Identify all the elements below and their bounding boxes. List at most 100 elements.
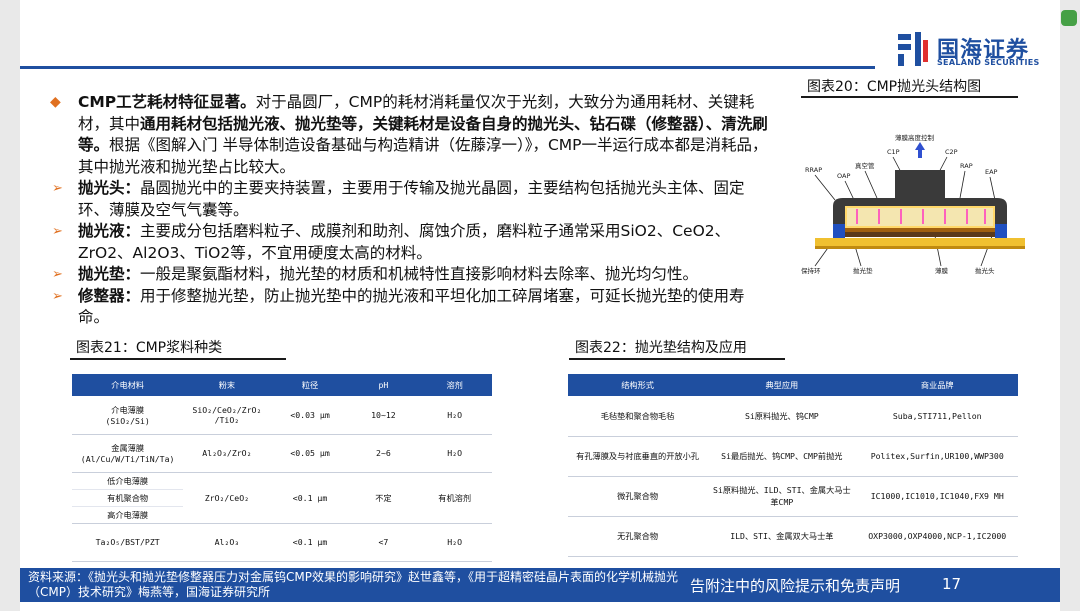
pad-table: 结构形式 典型应用 商业品牌 毛毡垫和聚合物毛毡 Si原料抛光、钨CMP Suba,ST…: [568, 374, 1018, 557]
label-c2p: C2P: [945, 148, 958, 156]
table-row: 微孔聚合物 Si原料抛光、ILD、STI、金属大马士革CMP IC1000,IC10…: [568, 476, 1018, 517]
label-rrap: RRAP: [805, 166, 822, 174]
arrow-bullet-icon: ➢: [52, 288, 63, 304]
table-row: 低介电薄膜 ZrO₂/CeO₂ <0.1 μm 不定 有机溶剂: [72, 472, 492, 524]
table-cell: <0.1 μm: [270, 523, 350, 562]
fig21-rule: [70, 358, 286, 360]
footer-bar: 资料来源：《抛光头和抛光垫修整器压力对金属钨CMP效果的影响研究》赵世鑫等，《用…: [20, 568, 1060, 602]
fig20-rule: [801, 96, 1018, 98]
slurry-table: 介电材料 粉末 粒径 pH 溶剂 介电薄膜 (SiO₂/Si) SiO₂/CeO₂/ZrO…: [72, 374, 492, 562]
label-c1p: C1P: [887, 148, 900, 156]
brand-logo: 国海证券 SEALAND SECURITIES: [895, 30, 1060, 72]
intro-text-2: 根据《图解入门 半导体制造设备基础与构造精讲（佐藤淳一）》，CMP一半运行成本都…: [78, 136, 768, 176]
table-cell: 有机溶剂: [417, 472, 492, 524]
column-header: 溶剂: [417, 374, 492, 396]
column-header: 结构形式: [568, 374, 708, 396]
table-cell: ILD、STI、金属双大马士革: [707, 516, 857, 557]
item-polish-head: ➢ 抛光头：晶圆抛光中的主要夹持装置，主要用于传输及抛光晶圆，主要结构包括抛光头主…: [50, 178, 770, 221]
item-slurry: ➢ 抛光液：主要成分包括磨料粒子、成膜剂和助剂、腐蚀介质，磨料粒子通常采用SiO2…: [50, 221, 770, 264]
table-cell: 金属薄膜 (Al/Cu/W/Ti/TiN/Ta): [72, 434, 184, 473]
table-cell: Si原料抛光、ILD、STI、金属大马士革CMP: [707, 476, 857, 517]
label-film: 薄膜: [935, 266, 949, 275]
item-pad: ➢ 抛光垫：一般是聚氨酯材料，抛光垫的材质和机械特性直接影响材料去除率、抛光均匀性…: [50, 264, 770, 286]
slide: 国海证券 SEALAND SECURITIES ◆ CMP工艺耗材特征显著。对于…: [20, 0, 1060, 611]
intro-paragraph: ◆ CMP工艺耗材特征显著。对于晶圆厂，CMP的耗材消耗量仅次于光刻，大致分为通…: [50, 92, 770, 178]
table-cell: 毛毡垫和聚合物毛毡: [568, 396, 708, 437]
item-text: 用于修整抛光垫，防止抛光垫中的抛光液和平坦化加工碎屑堵塞，可延长抛光垫的使用寿命…: [78, 286, 745, 327]
column-header: 粒径: [270, 374, 350, 396]
fig22-title: 图表22：抛光垫结构及应用: [575, 340, 747, 356]
table-cell: Si原料抛光、钨CMP: [707, 396, 857, 437]
diamond-bullet-icon: ◆: [50, 94, 61, 110]
table-cell: OXP3000,OXP4000,NCP-1,IC2000: [856, 516, 1018, 557]
item-text: 主要成分包括磨料粒子、成膜剂和助剂、腐蚀介质，磨料粒子通常采用SiO2、CeO2…: [78, 222, 731, 262]
table-cell: Suba,STI711,Pellon: [856, 396, 1018, 437]
label-pad: 抛光垫: [853, 266, 873, 275]
table-cell: H₂O: [417, 523, 492, 562]
app-icon[interactable]: [1061, 10, 1077, 26]
label-oap: OAP: [837, 172, 850, 180]
table-cell: SiO₂/CeO₂/ZrO₂ /TiO₂: [183, 396, 271, 435]
table-row: 有孔薄膜及与衬底垂直的开放小孔 Si最后抛光、钨CMP、CMP前抛光 Politex…: [568, 436, 1018, 477]
table-cell: Politex,Surfin,UR100,WWP300: [856, 436, 1018, 477]
table-cell: 微孔聚合物: [568, 476, 708, 517]
column-header: 粉末: [183, 374, 271, 396]
fig21-title: 图表21：CMP浆料种类: [76, 340, 223, 356]
table-row: 金属薄膜 (Al/Cu/W/Ti/TiN/Ta) Al₂O₃/ZrO₂ <0.05 …: [72, 434, 492, 473]
polish-head-diagram: 薄膜高度控制 C1P C2P 真空管 RAP RRAP OAP EAP 保持环 …: [801, 133, 1025, 275]
table-cell: IC1000,IC1010,IC1040,FX9 MH: [856, 476, 1018, 517]
table-cell: 2~6: [349, 434, 418, 473]
label-rap: RAP: [960, 162, 973, 170]
brand-name-en: SEALAND SECURITIES: [937, 58, 1040, 67]
table-header-row: 介电材料 粉末 粒径 pH 溶剂: [72, 374, 492, 396]
column-header: 商业品牌: [856, 374, 1018, 396]
table-cell: <0.1 μm: [270, 472, 350, 524]
table-cell: Al₂O₃: [183, 523, 271, 562]
table-cell: 高介电薄膜: [72, 506, 184, 524]
page-number: 17: [942, 575, 962, 593]
column-header: 介电材料: [72, 374, 184, 396]
item-term: 抛光液：: [78, 222, 141, 240]
table-row: 介电薄膜 (SiO₂/Si) SiO₂/CeO₂/ZrO₂ /TiO₂ <0.03 …: [72, 396, 492, 435]
arrow-bullet-icon: ➢: [52, 267, 63, 282]
table-row: Ta₂O₅/BST/PZT Al₂O₃ <0.1 μm <7 H₂O: [72, 523, 492, 562]
item-text: 晶圆抛光中的主要夹持装置，主要用于传输及抛光晶圆，主要结构包括抛光头主体、固定环…: [78, 179, 745, 219]
footer-disclaimer: 告附注中的风险提示和免责声明: [690, 577, 901, 595]
fig20-title: 图表20：CMP抛光头结构图: [807, 79, 982, 95]
table-cell: 介电薄膜 (SiO₂/Si): [72, 396, 184, 435]
label-head: 抛光头: [975, 266, 995, 275]
table-cell: H₂O: [417, 396, 492, 435]
table-cell: Ta₂O₅/BST/PZT: [72, 523, 184, 562]
table-row: 无孔聚合物 ILD、STI、金属双大马士革 OXP3000,OXP4000,NCP-…: [568, 516, 1018, 557]
table-cell: 无孔聚合物: [568, 516, 708, 557]
header-rule: [20, 66, 875, 69]
table-cell: <0.05 μm: [270, 434, 350, 473]
item-term: 修整器：: [78, 286, 141, 305]
table-cell: <7: [349, 523, 418, 562]
table-cell: ZrO₂/CeO₂: [183, 472, 271, 524]
table-cell: 10~12: [349, 396, 418, 435]
item-text: 一般是聚氨酯材料，抛光垫的材质和机械特性直接影响材料去除率、抛光均匀性。: [140, 265, 699, 283]
item-term: 抛光头：: [78, 179, 141, 197]
label-ring: 保持环: [801, 266, 821, 275]
arrow-bullet-icon: ➢: [52, 181, 63, 196]
column-header: pH: [349, 374, 418, 396]
arrow-bullet-icon: ➢: [52, 224, 63, 239]
label-ctrl: 薄膜高度控制: [895, 133, 935, 142]
table-cell: Al₂O₃/ZrO₂: [183, 434, 271, 473]
table-cell: <0.03 μm: [270, 396, 350, 435]
footer-source: 资料来源：《抛光头和抛光垫修整器压力对金属钨CMP效果的影响研究》赵世鑫等，《用…: [28, 570, 678, 599]
table-cell: 低介电薄膜: [72, 472, 184, 490]
column-header: 典型应用: [707, 374, 857, 396]
label-eap: EAP: [985, 168, 998, 176]
sealand-logo-icon: [898, 32, 928, 66]
table-cell: 有孔薄膜及与衬底垂直的开放小孔: [568, 436, 708, 477]
table-cell: Si最后抛光、钨CMP、CMP前抛光: [707, 436, 857, 477]
table-row: 毛毡垫和聚合物毛毡 Si原料抛光、钨CMP Suba,STI711,Pellon: [568, 396, 1018, 437]
fig22-rule: [569, 358, 785, 360]
item-conditioner: ➢ 修整器：用于修整抛光垫，防止抛光垫中的抛光液和平坦化加工碎屑堵塞，可延长抛光垫…: [50, 286, 770, 329]
table-cell: 有机聚合物: [72, 489, 184, 507]
main-text: ◆ CMP工艺耗材特征显著。对于晶圆厂，CMP的耗材消耗量仅次于光刻，大致分为通…: [50, 92, 770, 329]
table-cell: 不定: [349, 472, 418, 524]
table-cell: H₂O: [417, 434, 492, 473]
